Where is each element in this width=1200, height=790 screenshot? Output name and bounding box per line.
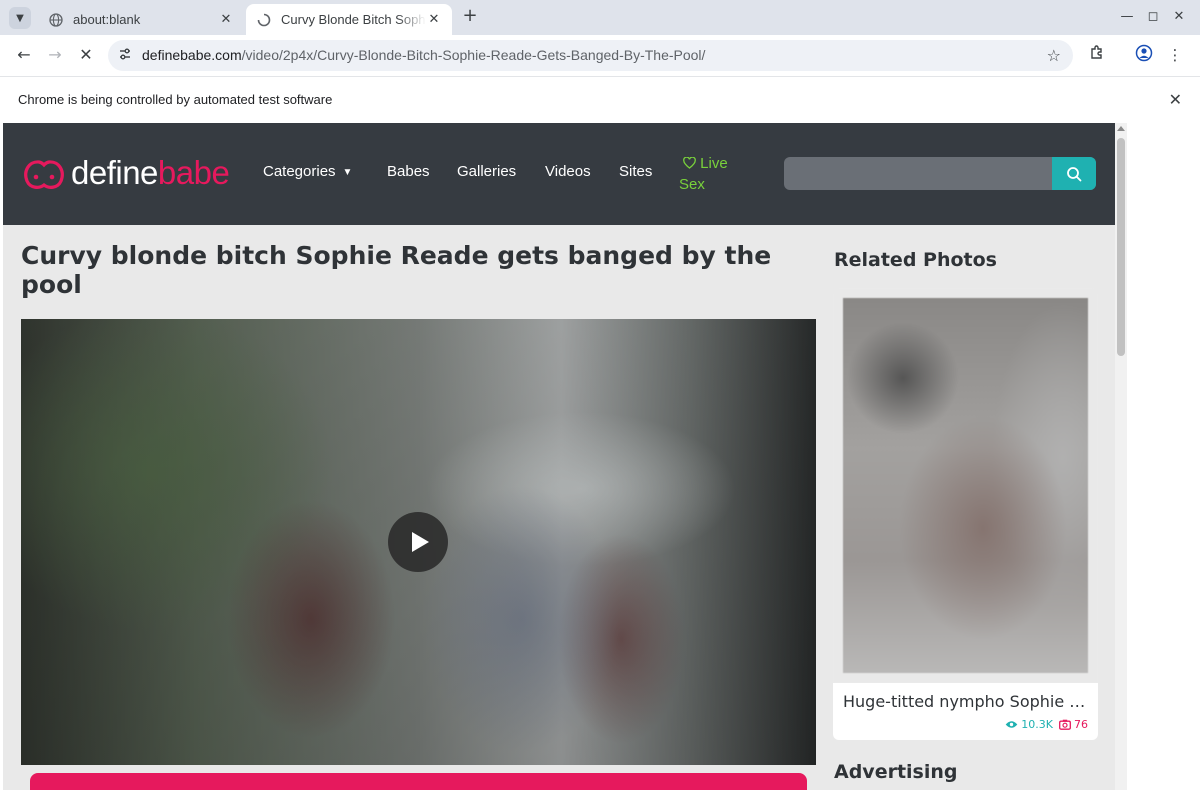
video-player[interactable] [21, 319, 816, 765]
tab-title: about:blank [73, 12, 141, 27]
camera-icon [1059, 719, 1071, 730]
new-tab-plus-icon[interactable]: + [460, 7, 480, 27]
chevron-down-icon: ▼ [342, 167, 353, 178]
views-stat: 10.3K [1005, 718, 1053, 731]
site-search [784, 157, 1096, 190]
video-action-bar[interactable] [30, 773, 807, 790]
close-icon[interactable]: ✕ [218, 12, 234, 28]
page-viewport: definebabe Categories ▼ Babes Galleries V… [3, 123, 1115, 790]
url-path: /video/2p4x/Curvy-Blonde-Bitch-Sophie-Re… [241, 47, 706, 63]
tab-title: Curvy Blonde Bitch Sophie Reade Gets Ban… [281, 12, 426, 27]
minimize-icon[interactable]: — [1119, 9, 1135, 25]
nav-babes[interactable]: Babes [387, 163, 430, 180]
window-close-icon[interactable]: ✕ [1171, 9, 1187, 25]
tab-bar: ▼ about:blank ✕ Curvy Blonde Bitch Sophi… [0, 0, 1200, 35]
nav-videos[interactable]: Videos [545, 163, 591, 180]
address-bar[interactable]: definebabe.com/video/2p4x/Curvy-Blonde-B… [108, 40, 1073, 71]
eye-icon [1005, 721, 1018, 728]
related-photo-thumbnail[interactable] [833, 288, 1098, 683]
photos-count: 76 [1074, 718, 1088, 731]
heart-icon [683, 156, 696, 169]
tab-search-chevron-down-icon[interactable]: ▼ [9, 7, 31, 29]
related-photo-caption[interactable]: Huge-titted nympho Sophie Reade [843, 692, 1091, 711]
nav-galleries[interactable]: Galleries [457, 163, 516, 180]
photos-stat: 76 [1059, 718, 1088, 731]
site-header: definebabe Categories ▼ Babes Galleries V… [3, 123, 1115, 225]
related-photos-heading: Related Photos [834, 249, 997, 271]
views-count: 10.3K [1021, 718, 1053, 731]
tab-video-page[interactable]: Curvy Blonde Bitch Sophie Reade Gets Ban… [246, 4, 452, 35]
window-right-gutter [1127, 123, 1200, 790]
more-menu-icon[interactable]: ⋮ [1164, 44, 1186, 66]
page-title: Curvy blonde bitch Sophie Reade gets ban… [21, 241, 772, 299]
advertising-heading: Advertising [834, 761, 958, 783]
scroll-up-arrow-icon[interactable] [1117, 126, 1125, 131]
play-icon [412, 532, 429, 552]
search-icon [1067, 166, 1082, 181]
site-info-icon[interactable] [117, 47, 133, 63]
url-text[interactable]: definebabe.com/video/2p4x/Curvy-Blonde-B… [142, 47, 705, 63]
profile-avatar-icon[interactable] [1133, 44, 1155, 66]
search-button[interactable] [1052, 157, 1096, 190]
infobar-message: Chrome is being controlled by automated … [18, 92, 333, 107]
tab-about-blank[interactable]: about:blank ✕ [38, 4, 244, 35]
scrollbar-thumb[interactable] [1117, 138, 1125, 356]
page-scrollbar[interactable] [1115, 123, 1127, 790]
automation-infobar: Chrome is being controlled by automated … [0, 76, 1200, 123]
logo-text: definebabe [71, 153, 230, 193]
maximize-icon[interactable]: ◻ [1145, 9, 1161, 25]
forward-arrow-icon[interactable]: → [45, 45, 65, 65]
globe-icon [48, 12, 64, 28]
nav-categories-label: Categories [263, 163, 336, 180]
related-photo-card[interactable]: Huge-titted nympho Sophie Reade 10.3K 76 [833, 288, 1098, 740]
logo-text-define: define [71, 154, 158, 191]
nav-sites[interactable]: Sites [619, 163, 652, 180]
extensions-puzzle-icon[interactable] [1086, 44, 1108, 66]
loading-spinner-icon [256, 12, 272, 28]
url-host: definebabe.com [142, 47, 242, 63]
logo-icon [24, 160, 64, 189]
infobar-close-icon[interactable]: ✕ [1169, 90, 1182, 109]
back-arrow-icon[interactable]: ← [14, 45, 34, 65]
site-logo[interactable]: definebabe [21, 153, 230, 193]
nav-live-sex[interactable]: Live Sex [679, 153, 749, 195]
search-input[interactable] [784, 157, 1052, 190]
stop-loading-icon[interactable]: ✕ [76, 45, 96, 65]
bookmark-star-icon[interactable]: ☆ [1047, 46, 1061, 65]
nav-categories[interactable]: Categories ▼ [263, 163, 352, 180]
logo-text-babe: babe [157, 154, 230, 191]
play-button[interactable] [388, 512, 448, 572]
related-photo-info: Huge-titted nympho Sophie Reade 10.3K 76 [833, 683, 1098, 740]
browser-toolbar: ← → ✕ definebabe.com/video/2p4x/Curvy-Bl… [0, 35, 1200, 76]
related-photo-stats: 10.3K 76 [1005, 718, 1088, 731]
close-icon[interactable]: ✕ [426, 12, 442, 28]
